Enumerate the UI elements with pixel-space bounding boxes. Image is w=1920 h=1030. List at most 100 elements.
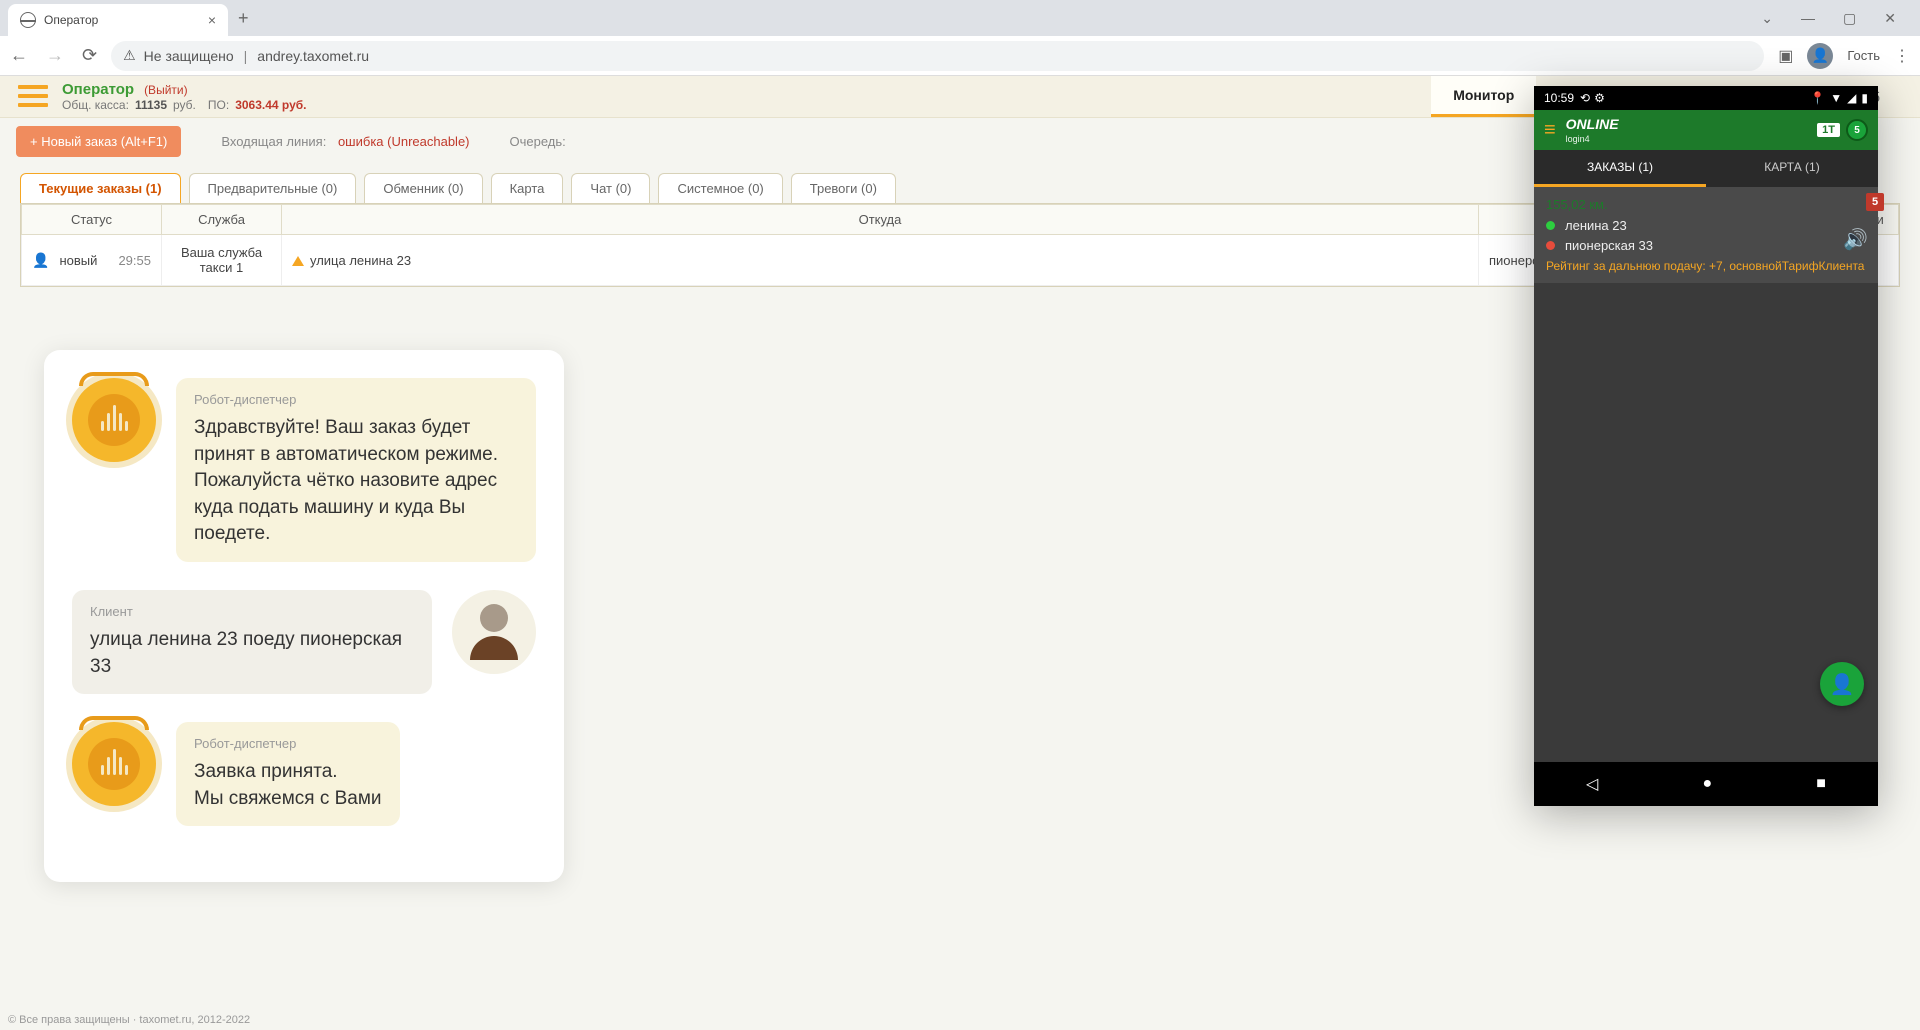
profile-avatar-icon[interactable]: 👤 <box>1807 43 1833 69</box>
sync-icon: ⟲ <box>1580 91 1590 105</box>
new-tab-icon[interactable]: + <box>238 8 249 29</box>
order-distance: 155,02 км. <box>1546 197 1866 212</box>
mobile-header: ≡ ONLINE login4 1Т 5 <box>1534 110 1878 150</box>
queue-label: Очередь: <box>510 134 566 149</box>
ctab-current[interactable]: Текущие заказы (1) <box>20 173 181 203</box>
chat-bubble: Робот-диспетчер Заявка принята. Мы свяже… <box>176 722 400 826</box>
gps-icon[interactable]: 5 <box>1846 119 1868 141</box>
line-label: Входящая линия: <box>221 134 326 149</box>
mobile-tab-orders[interactable]: ЗАКАЗЫ (1) <box>1534 150 1706 187</box>
bot-avatar-icon <box>72 378 156 462</box>
header-info: Оператор (Выйти) Общ. касса: 11135 руб. … <box>62 81 307 112</box>
po-label: ПО: <box>208 98 229 112</box>
sender-label: Робот-диспетчер <box>194 392 518 407</box>
tab-bar: Оператор × + ⌄ — ▢ ✕ <box>0 0 1920 36</box>
line-status: Входящая линия: ошибка (Unreachable) <box>221 134 469 149</box>
right-chrome: ▣ 👤 Гость ⋮ <box>1778 43 1910 69</box>
android-home-icon[interactable]: ● <box>1702 775 1712 793</box>
bot-avatar-icon <box>72 722 156 806</box>
mobile-to: пионерская 33 <box>1565 238 1653 253</box>
ctab-alerts[interactable]: Тревоги (0) <box>791 173 896 203</box>
chat-message: Робот-диспетчер Здравствуйте! Ваш заказ … <box>72 378 536 562</box>
back-icon[interactable]: ← <box>10 45 28 66</box>
warning-icon <box>292 256 304 266</box>
forward-icon[interactable]: → <box>46 45 64 66</box>
kassa-value: 11135 <box>135 98 167 112</box>
status-time: 29:55 <box>118 253 151 268</box>
mobile-order-card[interactable]: 5 155,02 км. ленина 23 пионерская 33 Рей… <box>1534 187 1878 283</box>
cell-service: Ваша служба такси 1 <box>162 235 282 286</box>
url-text: andrey.taxomet.ru <box>257 48 369 64</box>
sender-label: Клиент <box>90 604 414 619</box>
kassa-unit: руб. <box>173 98 196 112</box>
dot-from-icon <box>1546 221 1555 230</box>
order-rating: Рейтинг за дальнюю подачу: +7, основнойТ… <box>1546 259 1866 273</box>
android-back-icon[interactable]: ◁ <box>1586 774 1598 794</box>
globe-icon <box>20 12 36 28</box>
status-text: новый <box>59 253 97 268</box>
browser-chrome: Оператор × + ⌄ — ▢ ✕ ← → ⟳ ⚠ Не защищено… <box>0 0 1920 76</box>
android-recent-icon[interactable]: ■ <box>1816 775 1826 793</box>
security-label: Не защищено <box>144 48 234 64</box>
nav-arrows: ← → ⟳ <box>10 45 97 66</box>
ctab-map[interactable]: Карта <box>491 173 564 203</box>
warning-icon: ⚠ <box>123 47 136 64</box>
mobile-tab-map[interactable]: КАРТА (1) <box>1706 150 1878 187</box>
th-status: Статус <box>22 205 162 235</box>
ctab-exchange[interactable]: Обменник (0) <box>364 173 482 203</box>
logout-link[interactable]: (Выйти) <box>144 83 188 97</box>
mobile-menu-icon[interactable]: ≡ <box>1544 119 1556 142</box>
signal-icon: ◢ <box>1847 91 1856 105</box>
settings-small-icon: ⚙ <box>1594 91 1605 105</box>
tab-monitor[interactable]: Монитор <box>1431 76 1536 117</box>
address-bar: ← → ⟳ ⚠ Не защищено | andrey.taxomet.ru … <box>0 36 1920 76</box>
message-text: Заявка принята. Мы свяжемся с Вами <box>194 759 382 812</box>
dot-to-icon <box>1546 241 1555 250</box>
chat-bubble: Клиент улица ленина 23 поеду пионерская … <box>72 590 432 694</box>
ctab-chat[interactable]: Чат (0) <box>571 173 650 203</box>
ctab-system[interactable]: Системное (0) <box>658 173 782 203</box>
th-from: Откуда <box>282 205 1479 235</box>
chat-bubble: Робот-диспетчер Здравствуйте! Ваш заказ … <box>176 378 536 562</box>
fab-button[interactable]: 👤 <box>1820 662 1864 706</box>
message-text: улица ленина 23 поеду пионерская 33 <box>90 627 414 680</box>
browser-tab[interactable]: Оператор × <box>8 4 228 36</box>
reload-icon[interactable]: ⟳ <box>82 45 97 66</box>
location-icon: 📍 <box>1810 91 1825 105</box>
battery-icon: ▮ <box>1861 91 1868 105</box>
guest-label: Гость <box>1847 48 1880 63</box>
maximize-icon[interactable]: ▢ <box>1843 10 1856 27</box>
footer-text: © Все права защищены · taxomet.ru, 2012-… <box>8 1014 250 1026</box>
online-status: ONLINE <box>1566 116 1619 132</box>
mobile-content: 5 155,02 км. ленина 23 пионерская 33 Рей… <box>1534 187 1878 762</box>
cell-from: улица ленина 23 <box>310 253 411 268</box>
tab-title: Оператор <box>44 13 208 27</box>
app-title: Оператор <box>62 81 134 98</box>
mobile-status-bar: 10:59 ⟲ ⚙ 📍 ▼ ◢ ▮ <box>1534 86 1878 110</box>
close-icon[interactable]: × <box>208 12 216 28</box>
url-field[interactable]: ⚠ Не защищено | andrey.taxomet.ru <box>111 41 1764 71</box>
sender-label: Робот-диспетчер <box>194 736 382 751</box>
hamburger-icon[interactable] <box>18 85 48 109</box>
mobile-from: ленина 23 <box>1565 218 1627 233</box>
person-icon: 👤 <box>32 252 49 269</box>
line-error: ошибка (Unreachable) <box>338 134 470 149</box>
chat-message: Робот-диспетчер Заявка принята. Мы свяже… <box>72 722 536 826</box>
close-window-icon[interactable]: ✕ <box>1884 10 1896 27</box>
speaker-icon[interactable]: 🔊 <box>1843 227 1868 252</box>
kassa-label: Общ. касса: <box>62 98 129 112</box>
panel-icon[interactable]: ▣ <box>1778 46 1793 66</box>
chevron-down-icon[interactable]: ⌄ <box>1761 10 1773 27</box>
minimize-icon[interactable]: — <box>1801 10 1815 27</box>
th-service: Служба <box>162 205 282 235</box>
mobile-nav-bar: ◁ ● ■ <box>1534 762 1878 806</box>
window-controls: ⌄ — ▢ ✕ <box>1761 10 1912 27</box>
menu-icon[interactable]: ⋮ <box>1894 46 1910 66</box>
mobile-badge[interactable]: 1Т <box>1817 123 1840 137</box>
message-text: Здравствуйте! Ваш заказ будет принят в а… <box>194 415 518 548</box>
new-order-button[interactable]: + Новый заказ (Alt+F1) <box>16 126 181 157</box>
ctab-pre[interactable]: Предварительные (0) <box>189 173 357 203</box>
order-counter: 5 <box>1866 193 1884 211</box>
wifi-icon: ▼ <box>1830 91 1842 105</box>
chat-overlay: Робот-диспетчер Здравствуйте! Ваш заказ … <box>44 350 564 882</box>
